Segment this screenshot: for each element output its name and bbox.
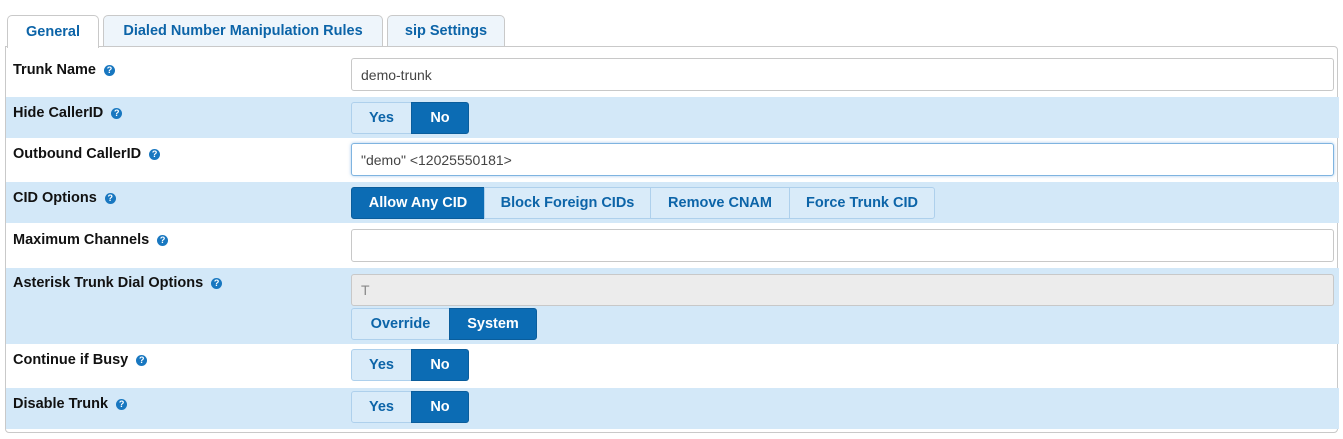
asterisk-trunk-dial-options-label: Asterisk Trunk Dial Options? xyxy=(13,275,223,291)
trunk-name-input[interactable]: demo-trunk xyxy=(351,58,1334,91)
row-maximum-channels: Maximum Channels? xyxy=(6,223,1339,266)
disable-trunk-label: Disable Trunk? xyxy=(13,396,128,412)
trunk-name-label-text: Trunk Name xyxy=(13,62,96,78)
row-outbound-callerid: Outbound CallerID? "demo" <12025550181> xyxy=(6,138,1339,181)
maximum-channels-label: Maximum Channels? xyxy=(13,232,169,248)
row-cid-options: CID Options? Allow Any CID Block Foreign… xyxy=(6,182,1339,223)
disable-trunk-no-button[interactable]: No xyxy=(411,391,469,423)
continue-if-busy-label: Continue if Busy? xyxy=(13,352,148,368)
dial-options-toggle: Override System xyxy=(351,308,537,340)
hide-callerid-no-button[interactable]: No xyxy=(411,102,469,134)
maximum-channels-input[interactable] xyxy=(351,229,1334,262)
row-trunk-name: Trunk Name? demo-trunk xyxy=(6,51,1339,93)
row-hide-callerid: Hide CallerID? Yes No xyxy=(6,97,1339,138)
cid-options-toggle: Allow Any CID Block Foreign CIDs Remove … xyxy=(351,187,935,219)
help-icon[interactable]: ? xyxy=(149,149,161,160)
continue-if-busy-no-button[interactable]: No xyxy=(411,349,469,381)
hide-callerid-toggle: Yes No xyxy=(351,102,469,134)
asterisk-trunk-dial-options-input[interactable]: T xyxy=(351,274,1334,306)
disable-trunk-yes-button[interactable]: Yes xyxy=(351,391,412,423)
row-continue-if-busy: Continue if Busy? Yes No xyxy=(6,344,1339,387)
cid-options-label-text: CID Options xyxy=(13,190,97,206)
continue-if-busy-label-text: Continue if Busy xyxy=(13,352,129,368)
asterisk-trunk-dial-options-label-text: Asterisk Trunk Dial Options xyxy=(13,275,204,291)
hide-callerid-label-text: Hide CallerID xyxy=(13,105,104,121)
continue-if-busy-yes-button[interactable]: Yes xyxy=(351,349,412,381)
override-button[interactable]: Override xyxy=(351,308,450,340)
force-trunk-cid-button[interactable]: Force Trunk CID xyxy=(789,187,935,219)
allow-any-cid-button[interactable]: Allow Any CID xyxy=(351,187,485,219)
tab-bar: General Dialed Number Manipulation Rules… xyxy=(7,15,509,48)
hide-callerid-label: Hide CallerID? xyxy=(13,105,123,121)
general-panel: Trunk Name? demo-trunk Hide CallerID? Ye… xyxy=(5,46,1339,433)
tab-dialed-number-manipulation-rules[interactable]: Dialed Number Manipulation Rules xyxy=(103,15,383,46)
continue-if-busy-toggle: Yes No xyxy=(351,349,469,381)
help-icon[interactable]: ? xyxy=(104,193,116,204)
help-icon[interactable]: ? xyxy=(111,108,123,119)
remove-cnam-button[interactable]: Remove CNAM xyxy=(650,187,790,219)
outbound-callerid-input[interactable]: "demo" <12025550181> xyxy=(351,143,1334,176)
hide-callerid-yes-button[interactable]: Yes xyxy=(351,102,412,134)
row-disable-trunk: Disable Trunk? Yes No xyxy=(6,388,1339,429)
tab-sip-settings[interactable]: sip Settings xyxy=(387,15,505,46)
maximum-channels-label-text: Maximum Channels xyxy=(13,232,150,248)
system-button[interactable]: System xyxy=(449,308,537,340)
row-asterisk-trunk-dial-options: Asterisk Trunk Dial Options? T Override … xyxy=(6,268,1339,344)
disable-trunk-label-text: Disable Trunk xyxy=(13,396,109,412)
help-icon[interactable]: ? xyxy=(157,235,169,246)
block-foreign-cids-button[interactable]: Block Foreign CIDs xyxy=(484,187,651,219)
trunk-name-label: Trunk Name? xyxy=(13,62,115,78)
outbound-callerid-label-text: Outbound CallerID xyxy=(13,146,142,162)
outbound-callerid-label: Outbound CallerID? xyxy=(13,146,161,162)
cid-options-label: CID Options? xyxy=(13,190,116,206)
help-icon[interactable]: ? xyxy=(136,355,148,366)
tab-general[interactable]: General xyxy=(7,15,99,48)
help-icon[interactable]: ? xyxy=(211,278,223,289)
help-icon[interactable]: ? xyxy=(104,65,115,76)
disable-trunk-toggle: Yes No xyxy=(351,391,469,423)
help-icon[interactable]: ? xyxy=(116,399,128,410)
